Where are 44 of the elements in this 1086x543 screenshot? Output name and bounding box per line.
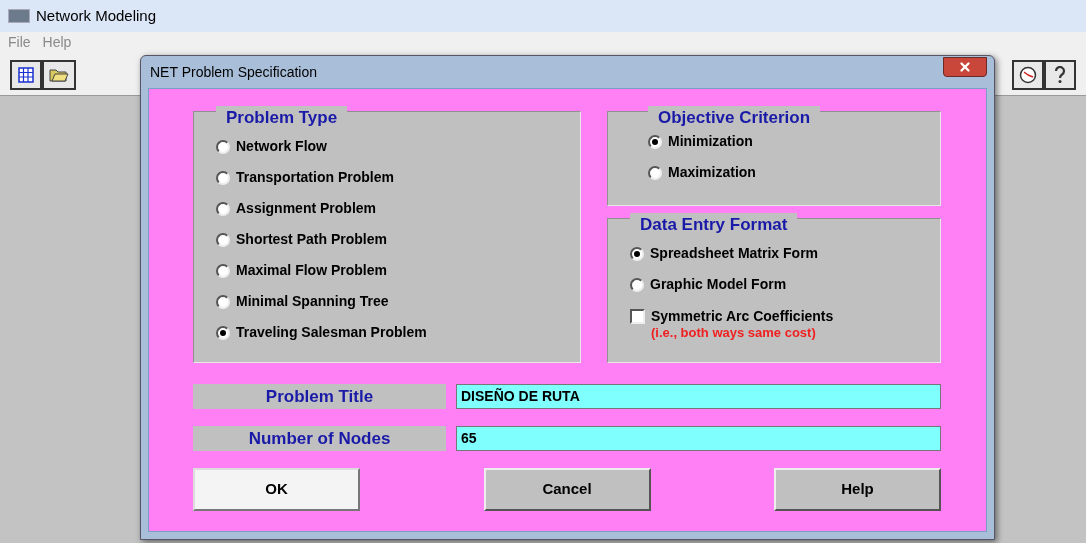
dialog-button[interactable]: OK <box>193 468 360 511</box>
input-field[interactable]: 65 <box>456 426 941 451</box>
option-label: Network Flow <box>236 137 327 156</box>
field-label: Problem Title <box>193 384 446 409</box>
radio-button[interactable] <box>630 277 644 292</box>
option-label: Spreadsheet Matrix Form <box>650 244 819 263</box>
radio-button[interactable] <box>216 170 230 185</box>
option-label: Assignment Problem <box>236 199 377 218</box>
input-field[interactable]: DISEÑO DE RUTA <box>456 384 941 409</box>
option-label: Transportation Problem <box>236 168 394 187</box>
radio-button[interactable] <box>216 263 230 278</box>
option-label: Minimization <box>668 132 753 151</box>
help-icon[interactable] <box>1044 60 1076 90</box>
option-label: Maximization <box>668 163 756 182</box>
close-button[interactable] <box>943 57 987 77</box>
radio-button[interactable] <box>216 294 230 309</box>
radio-button[interactable] <box>216 232 230 247</box>
app-icon <box>8 9 30 23</box>
dialog-button[interactable]: Cancel <box>483 468 651 511</box>
clock-icon[interactable] <box>1012 60 1044 90</box>
option-label: Graphic Model Form <box>650 275 787 294</box>
window-title: Network Modeling <box>36 5 157 26</box>
radio-button[interactable] <box>216 325 230 340</box>
group-title: Data Entry Format <box>630 213 798 235</box>
group-title: Problem Type <box>216 106 348 128</box>
close-icon <box>958 60 972 74</box>
radio-button[interactable] <box>216 139 230 154</box>
group-title: Objective Criterion <box>648 106 821 128</box>
option-label: Maximal Flow Problem <box>236 261 387 280</box>
radio-button[interactable] <box>648 165 662 180</box>
dialog-title: NET Problem Specification <box>149 62 318 82</box>
option-label: Minimal Spanning Tree <box>236 292 389 311</box>
option-label: Traveling Salesman Problem <box>236 323 427 342</box>
dialog-button[interactable]: Help <box>774 468 941 511</box>
radio-button[interactable] <box>648 134 662 149</box>
radio-button[interactable] <box>630 246 644 261</box>
folder-icon[interactable] <box>42 60 76 90</box>
option-label: Shortest Path Problem <box>236 230 387 249</box>
note-text: (i.e., both ways same cost) <box>651 325 817 340</box>
checkbox[interactable] <box>630 309 645 324</box>
checkbox-label: Symmetric Arc Coefficients <box>651 308 834 325</box>
radio-button[interactable] <box>216 201 230 216</box>
field-label: Number of Nodes <box>193 426 446 451</box>
grid-icon[interactable] <box>10 60 42 90</box>
